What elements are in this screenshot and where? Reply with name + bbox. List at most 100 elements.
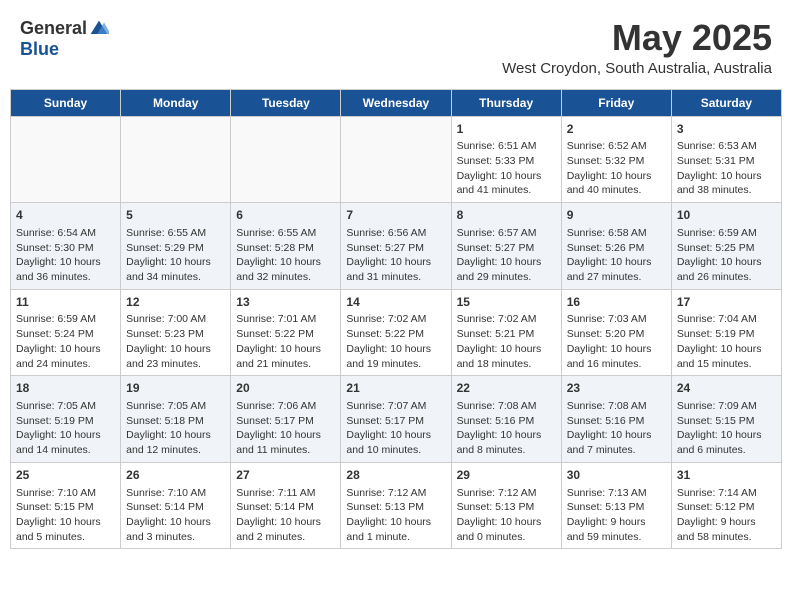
logo: General Blue [20,18,109,60]
day-info-line: Daylight: 10 hours [236,428,335,443]
day-info-line: Sunset: 5:22 PM [236,327,335,342]
day-info-line: Sunrise: 6:55 AM [126,226,225,241]
logo-blue-text: Blue [20,39,59,60]
day-info-line: Daylight: 10 hours [346,428,445,443]
day-info-line: Sunrise: 7:07 AM [346,399,445,414]
calendar-week-row: 4Sunrise: 6:54 AMSunset: 5:30 PMDaylight… [11,203,782,290]
calendar-cell: 31 Sunrise: 7:14 AMSunset: 5:12 PMDayligh… [671,462,781,549]
day-number: 29 [457,467,556,484]
day-info-line: Sunrise: 6:59 AM [16,312,115,327]
day-info-line: Daylight: 10 hours [677,255,776,270]
day-info-line: Daylight: 10 hours [457,428,556,443]
calendar-cell: 14Sunrise: 7:02 AMSunset: 5:22 PMDayligh… [341,289,451,376]
calendar-cell: 9Sunrise: 6:58 AMSunset: 5:26 PMDaylight… [561,203,671,290]
weekday-header-friday: Friday [561,89,671,116]
day-info-line: Sunrise: 6:52 AM [567,139,666,154]
day-number: 16 [567,294,666,311]
month-year-title: May 2025 [502,18,772,58]
day-number: 3 [677,121,776,138]
calendar-cell [11,116,121,203]
day-info-line: Sunrise: 7:04 AM [677,312,776,327]
day-info-line: Daylight: 10 hours [236,515,335,530]
weekday-header-tuesday: Tuesday [231,89,341,116]
day-info-line: Sunrise: 7:11 AM [236,486,335,501]
day-number: 20 [236,380,335,397]
day-info-line: Sunrise: 7:08 AM [457,399,556,414]
day-number: 31 [677,467,776,484]
day-number: 11 [16,294,115,311]
day-info-line: Sunset: 5:13 PM [346,500,445,515]
day-info-line: Sunrise: 7:14 AM [677,486,776,501]
day-number: 12 [126,294,225,311]
day-info-line: Sunset: 5:17 PM [236,414,335,429]
day-info-line: Daylight: 10 hours [567,255,666,270]
day-info-line: Sunrise: 6:54 AM [16,226,115,241]
calendar-cell: 13Sunrise: 7:01 AMSunset: 5:22 PMDayligh… [231,289,341,376]
day-number: 25 [16,467,115,484]
calendar-cell: 2Sunrise: 6:52 AMSunset: 5:32 PMDaylight… [561,116,671,203]
calendar-cell: 4Sunrise: 6:54 AMSunset: 5:30 PMDaylight… [11,203,121,290]
day-info-line: and 16 minutes. [567,357,666,372]
day-number: 1 [457,121,556,138]
day-info-line: and 59 minutes. [567,530,666,545]
day-number: 28 [346,467,445,484]
day-info-line: and 0 minutes. [457,530,556,545]
day-info-line: Sunrise: 7:10 AM [16,486,115,501]
calendar-cell: 7Sunrise: 6:56 AMSunset: 5:27 PMDaylight… [341,203,451,290]
day-info-line: Sunset: 5:31 PM [677,154,776,169]
day-info-line: and 41 minutes. [457,183,556,198]
day-info-line: Sunset: 5:15 PM [677,414,776,429]
day-info-line: and 8 minutes. [457,443,556,458]
day-info-line: Sunset: 5:14 PM [236,500,335,515]
day-info-line: Daylight: 10 hours [457,515,556,530]
day-info-line: Sunset: 5:19 PM [16,414,115,429]
day-info-line: and 2 minutes. [236,530,335,545]
day-info-line: and 12 minutes. [126,443,225,458]
day-info-line: and 58 minutes. [677,530,776,545]
calendar-cell: 19Sunrise: 7:05 AMSunset: 5:18 PMDayligh… [121,376,231,463]
day-info-line: Daylight: 9 hours [677,515,776,530]
day-info-line: and 27 minutes. [567,270,666,285]
calendar-week-row: 11Sunrise: 6:59 AMSunset: 5:24 PMDayligh… [11,289,782,376]
day-info-line: Sunset: 5:28 PM [236,241,335,256]
day-info-line: Sunrise: 7:05 AM [16,399,115,414]
calendar-cell [341,116,451,203]
day-info-line: Sunrise: 7:08 AM [567,399,666,414]
calendar-cell: 8Sunrise: 6:57 AMSunset: 5:27 PMDaylight… [451,203,561,290]
day-number: 18 [16,380,115,397]
day-info-line: Daylight: 10 hours [346,342,445,357]
calendar-cell: 23Sunrise: 7:08 AMSunset: 5:16 PMDayligh… [561,376,671,463]
day-info-line: Daylight: 10 hours [677,342,776,357]
day-info-line: Daylight: 10 hours [16,515,115,530]
day-info-line: Daylight: 10 hours [457,169,556,184]
day-info-line: and 31 minutes. [346,270,445,285]
day-info-line: Sunset: 5:33 PM [457,154,556,169]
day-info-line: Sunset: 5:15 PM [16,500,115,515]
calendar-cell: 16Sunrise: 7:03 AMSunset: 5:20 PMDayligh… [561,289,671,376]
day-info-line: Sunset: 5:19 PM [677,327,776,342]
day-info-line: Daylight: 10 hours [236,342,335,357]
day-number: 19 [126,380,225,397]
day-info-line: Daylight: 10 hours [126,428,225,443]
day-info-line: Sunset: 5:27 PM [457,241,556,256]
day-number: 9 [567,207,666,224]
weekday-header-saturday: Saturday [671,89,781,116]
day-info-line: Sunset: 5:32 PM [567,154,666,169]
logo-general-text: General [20,18,87,39]
day-info-line: Sunset: 5:17 PM [346,414,445,429]
calendar-cell: 17Sunrise: 7:04 AMSunset: 5:19 PMDayligh… [671,289,781,376]
day-info-line: and 5 minutes. [16,530,115,545]
day-info-line: Daylight: 10 hours [677,169,776,184]
day-number: 26 [126,467,225,484]
day-info-line: Daylight: 10 hours [346,515,445,530]
day-info-line: and 14 minutes. [16,443,115,458]
day-info-line: and 7 minutes. [567,443,666,458]
day-info-line: and 40 minutes. [567,183,666,198]
day-info-line: Sunrise: 6:58 AM [567,226,666,241]
weekday-header-sunday: Sunday [11,89,121,116]
day-info-line: Sunset: 5:12 PM [677,500,776,515]
calendar-cell: 3Sunrise: 6:53 AMSunset: 5:31 PMDaylight… [671,116,781,203]
day-info-line: Sunrise: 7:12 AM [457,486,556,501]
weekday-header-monday: Monday [121,89,231,116]
day-number: 23 [567,380,666,397]
